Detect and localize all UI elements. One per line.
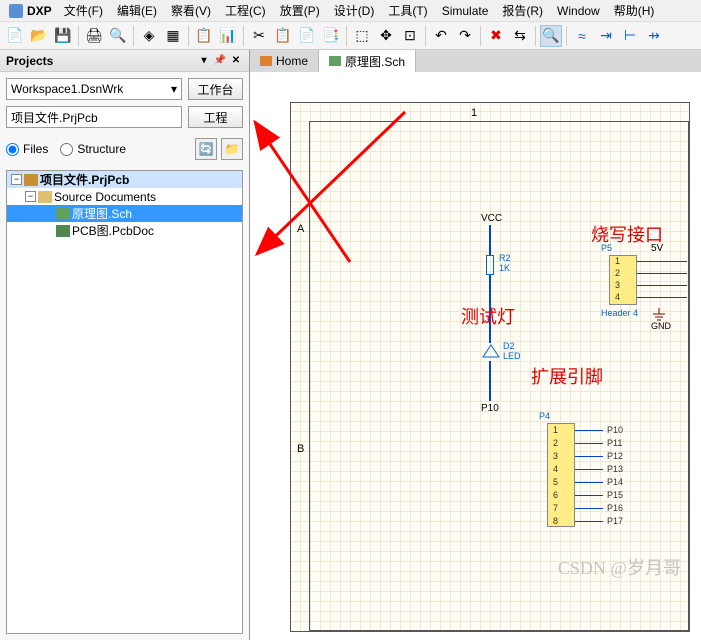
panel-dropdown[interactable]: ▾ (197, 54, 211, 68)
undo-button[interactable]: ↶ (430, 25, 452, 47)
comp-p4: P4 (539, 411, 550, 421)
tab-schematic[interactable]: 原理图.Sch (319, 50, 416, 72)
dxp-icon (9, 4, 23, 18)
select-tool[interactable]: ⬚ (351, 25, 373, 47)
save-button[interactable]: 💾 (52, 25, 74, 47)
zoom-tool[interactable]: 🔍 (540, 25, 562, 47)
paste2-button[interactable]: 📑 (320, 25, 342, 47)
tool-1[interactable]: ◈ (138, 25, 160, 47)
cut-button[interactable]: ✂ (248, 25, 270, 47)
new-button[interactable]: 📄 (4, 25, 26, 47)
menu-reports[interactable]: 报告(R) (496, 0, 549, 21)
project-combo[interactable]: 项目文件.PrjPcb (6, 106, 182, 128)
tree-folder[interactable]: − Source Documents (7, 188, 242, 205)
project-button[interactable]: 工程 (188, 106, 243, 128)
workspace-combo[interactable]: Workspace1.DsnWrk▾ (6, 78, 182, 100)
net-gnd: GND (651, 321, 671, 331)
header-p4 (547, 423, 575, 527)
collapse-icon[interactable]: − (25, 191, 36, 202)
port-tool[interactable]: ⇸ (643, 25, 665, 47)
net-vcc: VCC (481, 213, 502, 224)
options-button[interactable]: 📁 (221, 138, 243, 160)
move-tool[interactable]: ✥ (375, 25, 397, 47)
home-icon (260, 56, 272, 66)
menu-file[interactable]: 文件(F) (58, 0, 109, 21)
project-icon (24, 174, 38, 186)
paste-button[interactable]: 📄 (296, 25, 318, 47)
bus-tool[interactable]: ⇥ (595, 25, 617, 47)
net-tool[interactable]: ≈ (571, 25, 593, 47)
preview-button[interactable]: 🔍 (107, 25, 129, 47)
refresh-button[interactable]: 🔄 (195, 138, 217, 160)
project-tree[interactable]: − 项目文件.PrjPcb − Source Documents 原理图.Sch… (6, 170, 243, 634)
folder-icon (38, 191, 52, 203)
tool-4[interactable]: 📊 (217, 25, 239, 47)
menu-place[interactable]: 放置(P) (274, 0, 326, 21)
menu-view[interactable]: 察看(V) (165, 0, 217, 21)
anno-ext: 扩展引脚 (531, 363, 603, 389)
comp-r2: R2 (499, 253, 511, 263)
menu-project[interactable]: 工程(C) (219, 0, 272, 21)
schematic-canvas[interactable]: 1 A B VCC R2 1K D2 LED P10 测试灯 烧写接口 扩展引脚 (250, 72, 701, 640)
menu-edit[interactable]: 编辑(E) (111, 0, 163, 21)
header-p5 (609, 255, 637, 305)
comp-d2: D2 (503, 341, 515, 351)
radio-files[interactable]: Files (6, 142, 48, 156)
deselect-tool[interactable]: ⊡ (399, 25, 421, 47)
schematic-icon (56, 208, 70, 220)
tool-3[interactable]: 📋 (193, 25, 215, 47)
radio-structure[interactable]: Structure (60, 142, 126, 156)
menu-design[interactable]: 设计(D) (328, 0, 381, 21)
menu-simulate[interactable]: Simulate (436, 2, 495, 20)
collapse-icon[interactable]: − (11, 174, 22, 185)
projects-panel: Projects ▾ 📌 ✕ Workspace1.DsnWrk▾ 工作台 项目… (0, 50, 250, 640)
col-label-1: 1 (471, 107, 477, 119)
anno-test: 测试灯 (461, 303, 515, 329)
open-button[interactable]: 📂 (28, 25, 50, 47)
junction-tool[interactable]: ⊢ (619, 25, 641, 47)
cross-tool[interactable]: ✖ (485, 25, 507, 47)
menu-tools[interactable]: 工具(T) (382, 0, 433, 21)
tab-home[interactable]: Home (250, 50, 319, 72)
tree-pcb[interactable]: PCB图.PcbDoc (7, 222, 242, 239)
row-label-b: B (297, 443, 304, 455)
dxp-logo[interactable]: DXP (5, 4, 56, 18)
chevron-down-icon: ▾ (171, 82, 177, 96)
net-p10: P10 (481, 403, 499, 414)
redo-button[interactable]: ↷ (454, 25, 476, 47)
toolbar: 📄 📂 💾 🖨 🔍 ◈ ▦ 📋 📊 ✂ 📋 📄 📑 ⬚ ✥ ⊡ ↶ ↷ ✖ ⇆ … (0, 22, 701, 50)
comp-r2-val: 1K (499, 263, 510, 273)
tool-2[interactable]: ▦ (162, 25, 184, 47)
schematic-sheet: 1 A B VCC R2 1K D2 LED P10 测试灯 烧写接口 扩展引脚 (290, 102, 690, 632)
comp-p5: P5 (601, 243, 612, 253)
pcb-icon (56, 225, 70, 237)
print-button[interactable]: 🖨 (83, 25, 105, 47)
tree-project-root[interactable]: − 项目文件.PrjPcb (7, 171, 242, 188)
menu-window[interactable]: Window (551, 2, 606, 20)
net-5v: 5V (651, 243, 663, 254)
row-label-a: A (297, 223, 304, 235)
workspace-button[interactable]: 工作台 (188, 78, 243, 100)
copy-button[interactable]: 📋 (272, 25, 294, 47)
menu-help[interactable]: 帮助(H) (608, 0, 661, 21)
tree-schematic[interactable]: 原理图.Sch (7, 205, 242, 222)
app-name: DXP (27, 4, 52, 18)
comp-d2-val: LED (503, 351, 521, 361)
schematic-icon (329, 56, 341, 66)
panel-pin[interactable]: 📌 (213, 54, 227, 68)
panel-title: Projects (6, 54, 53, 68)
comp-header4: Header 4 (601, 308, 638, 318)
watermark: CSDN @岁月哥 (558, 554, 681, 580)
panel-close[interactable]: ✕ (229, 54, 243, 68)
tool-a[interactable]: ⇆ (509, 25, 531, 47)
